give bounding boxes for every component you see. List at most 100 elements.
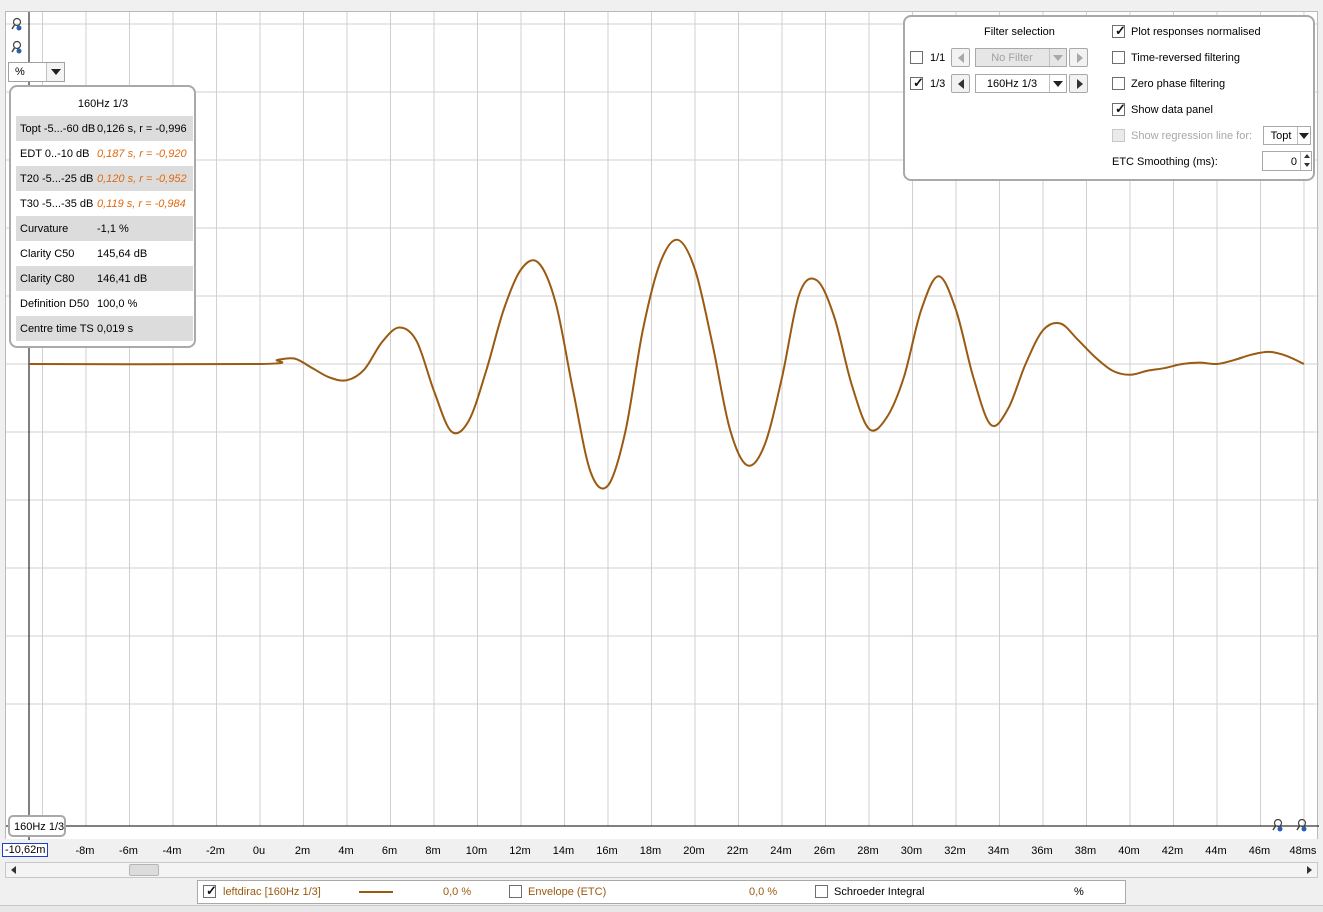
y-unit-select[interactable]: %	[8, 62, 65, 82]
filter-1-1-select[interactable]: No Filter	[975, 48, 1067, 67]
data-panel-row: T30 -5...-35 dB 0,119 s, r = -0,984	[16, 191, 193, 216]
show-regression-label: Show regression line for:	[1131, 130, 1253, 142]
curve-label-badge: 160Hz 1/3	[8, 815, 66, 837]
etc-smoothing-spinner[interactable]: 0	[1262, 151, 1312, 171]
next-filter-1-1-button[interactable]	[1069, 48, 1088, 67]
filter-1-3-select[interactable]: 160Hz 1/3	[975, 74, 1067, 93]
show-regression-checkbox[interactable]	[1112, 129, 1125, 142]
legend-line-swatch	[359, 891, 393, 893]
filter-panel: Filter selection 1/1 No Filter ✓ 1/3 160…	[903, 15, 1315, 181]
data-panel-row: Definition D50 100,0 %	[16, 291, 193, 316]
legend-envelope-value: 0,0 %	[749, 886, 778, 898]
scroll-left-icon[interactable]	[6, 863, 22, 877]
x-tick-label: 10m	[465, 845, 488, 857]
legend-leftdirac-value: 0,0 %	[443, 886, 472, 898]
y-unit-value: %	[15, 66, 25, 78]
octave-1-1-label: 1/1	[930, 52, 946, 64]
legend-leftdirac-label: leftdirac [160Hz 1/3]	[223, 886, 321, 898]
scroll-thumb[interactable]	[129, 864, 159, 876]
app-window: % 160Hz 1/3 Topt -5...-60 dB 0,126 s, r =…	[0, 0, 1323, 912]
octave-1-3-label: 1/3	[930, 78, 946, 90]
data-panel-row-value: 100,0 %	[97, 298, 138, 310]
x-axis-start-field[interactable]: -10,62m	[2, 843, 49, 857]
x-tick-label: 44m	[1205, 845, 1227, 857]
chevron-down-icon[interactable]	[1297, 127, 1310, 144]
data-panel-row: EDT 0..-10 dB 0,187 s, r = -0,920	[16, 141, 193, 166]
zoom-in-icon[interactable]	[11, 17, 25, 31]
data-panel: 160Hz 1/3 Topt -5...-60 dB 0,126 s, r = -…	[9, 85, 196, 348]
x-tick-label: 22m	[726, 845, 749, 857]
zoom-in-x-icon[interactable]	[1296, 818, 1310, 832]
zero-phase-checkbox[interactable]	[1112, 77, 1125, 90]
chevron-down-icon[interactable]	[1049, 75, 1066, 92]
legend-envelope-checkbox[interactable]	[509, 885, 522, 898]
curve-label-text: 160Hz 1/3	[14, 821, 65, 833]
data-panel-row-label: Curvature	[20, 223, 69, 235]
x-tick-label: 30m	[900, 845, 923, 857]
prev-filter-1-3-button[interactable]	[951, 74, 970, 93]
scroll-right-icon[interactable]	[1301, 863, 1317, 877]
spinner-down-icon[interactable]	[1300, 161, 1311, 170]
time-reversed-checkbox[interactable]	[1112, 51, 1125, 64]
show-data-panel-checkbox[interactable]: ✓	[1112, 101, 1126, 116]
chevron-down-icon[interactable]	[46, 63, 64, 81]
filter-selection-title: Filter selection	[984, 26, 1055, 38]
x-tick-label: 46m	[1248, 845, 1271, 857]
legend-leftdirac-checkbox[interactable]: ✓	[203, 883, 217, 898]
x-tick-label: -2m	[206, 845, 225, 857]
spinner-up-icon[interactable]	[1300, 152, 1311, 161]
next-filter-1-3-button[interactable]	[1069, 74, 1088, 93]
x-tick-label: 34m	[987, 845, 1010, 857]
zoom-out-x-icon[interactable]	[1272, 818, 1286, 832]
prev-filter-1-1-button[interactable]	[951, 48, 970, 67]
legend-envelope-label: Envelope (ETC)	[528, 886, 607, 898]
x-tick-label: 48ms	[1289, 845, 1317, 857]
legend-schroeder-checkbox[interactable]	[815, 885, 828, 898]
data-panel-row-value: -1,1 %	[97, 223, 129, 235]
data-panel-row: Curvature -1,1 %	[16, 216, 193, 241]
data-panel-row-value: 0,120 s, r = -0,952	[97, 173, 187, 185]
x-tick-label: 12m	[509, 845, 531, 857]
data-panel-row: Clarity C50 145,64 dB	[16, 241, 193, 266]
x-tick-label: 6m	[381, 845, 398, 857]
x-tick-label: 24m	[770, 845, 792, 857]
x-tick-label: 14m	[552, 845, 575, 857]
x-tick-label: -4m	[162, 845, 182, 857]
x-tick-label: 20m	[683, 845, 705, 857]
x-tick-label: 4m	[338, 845, 354, 857]
x-tick-label: 0u	[252, 845, 266, 857]
regression-select[interactable]: Topt	[1263, 126, 1311, 145]
data-panel-row: Clarity C80 146,41 dB	[16, 266, 193, 291]
data-panel-row-value: 0,019 s	[97, 323, 134, 335]
data-panel-row-value: 0,119 s, r = -0,984	[97, 198, 186, 210]
x-tick-label: 36m	[1031, 845, 1053, 857]
data-panel-row-label: Clarity C50	[20, 248, 75, 260]
data-panel-row-label: Centre time TS	[20, 323, 94, 335]
plot-normalised-checkbox[interactable]: ✓	[1112, 23, 1126, 38]
etc-smoothing-value: 0	[1290, 156, 1297, 168]
data-panel-row-value: 145,64 dB	[97, 248, 148, 260]
data-panel-row: T20 -5...-25 dB 0,120 s, r = -0,952	[16, 166, 193, 191]
zoom-out-icon[interactable]	[11, 40, 25, 54]
check-icon: ✓	[1115, 101, 1126, 116]
filter-1-3-value: 160Hz 1/3	[986, 78, 1038, 90]
status-strip	[0, 905, 1323, 912]
octave-1-3-checkbox[interactable]: ✓	[910, 75, 924, 90]
etc-smoothing-label: ETC Smoothing (ms):	[1112, 156, 1218, 168]
x-tick-label: 38m	[1074, 845, 1097, 857]
data-panel-row-label: Topt -5...-60 dB	[20, 123, 96, 135]
x-tick-label: 18m	[639, 845, 662, 857]
x-tick-label: 40m	[1118, 845, 1140, 857]
chevron-down-icon[interactable]	[1049, 49, 1066, 66]
octave-1-1-checkbox[interactable]	[910, 51, 923, 64]
data-panel-row: Topt -5...-60 dB 0,126 s, r = -0,996	[16, 116, 193, 141]
x-tick-label: 2m	[294, 845, 311, 857]
regression-value: Topt	[1270, 130, 1292, 142]
x-axis: -8m -6m -4m -2m 0u 2m 4m 6m 8m 10m 12m 14m 16m 18m 20m…	[0, 840, 1323, 862]
data-panel-row-label: T20 -5...-25 dB	[20, 173, 94, 185]
check-icon: ✓	[1115, 23, 1126, 38]
horizontal-scrollbar[interactable]	[5, 862, 1318, 878]
zero-phase-label: Zero phase filtering	[1131, 78, 1226, 90]
data-panel-row-value: 146,41 dB	[97, 273, 148, 285]
legend-bar: ✓ leftdirac [160Hz 1/3] 0,0 % Envelope (…	[197, 880, 1126, 904]
